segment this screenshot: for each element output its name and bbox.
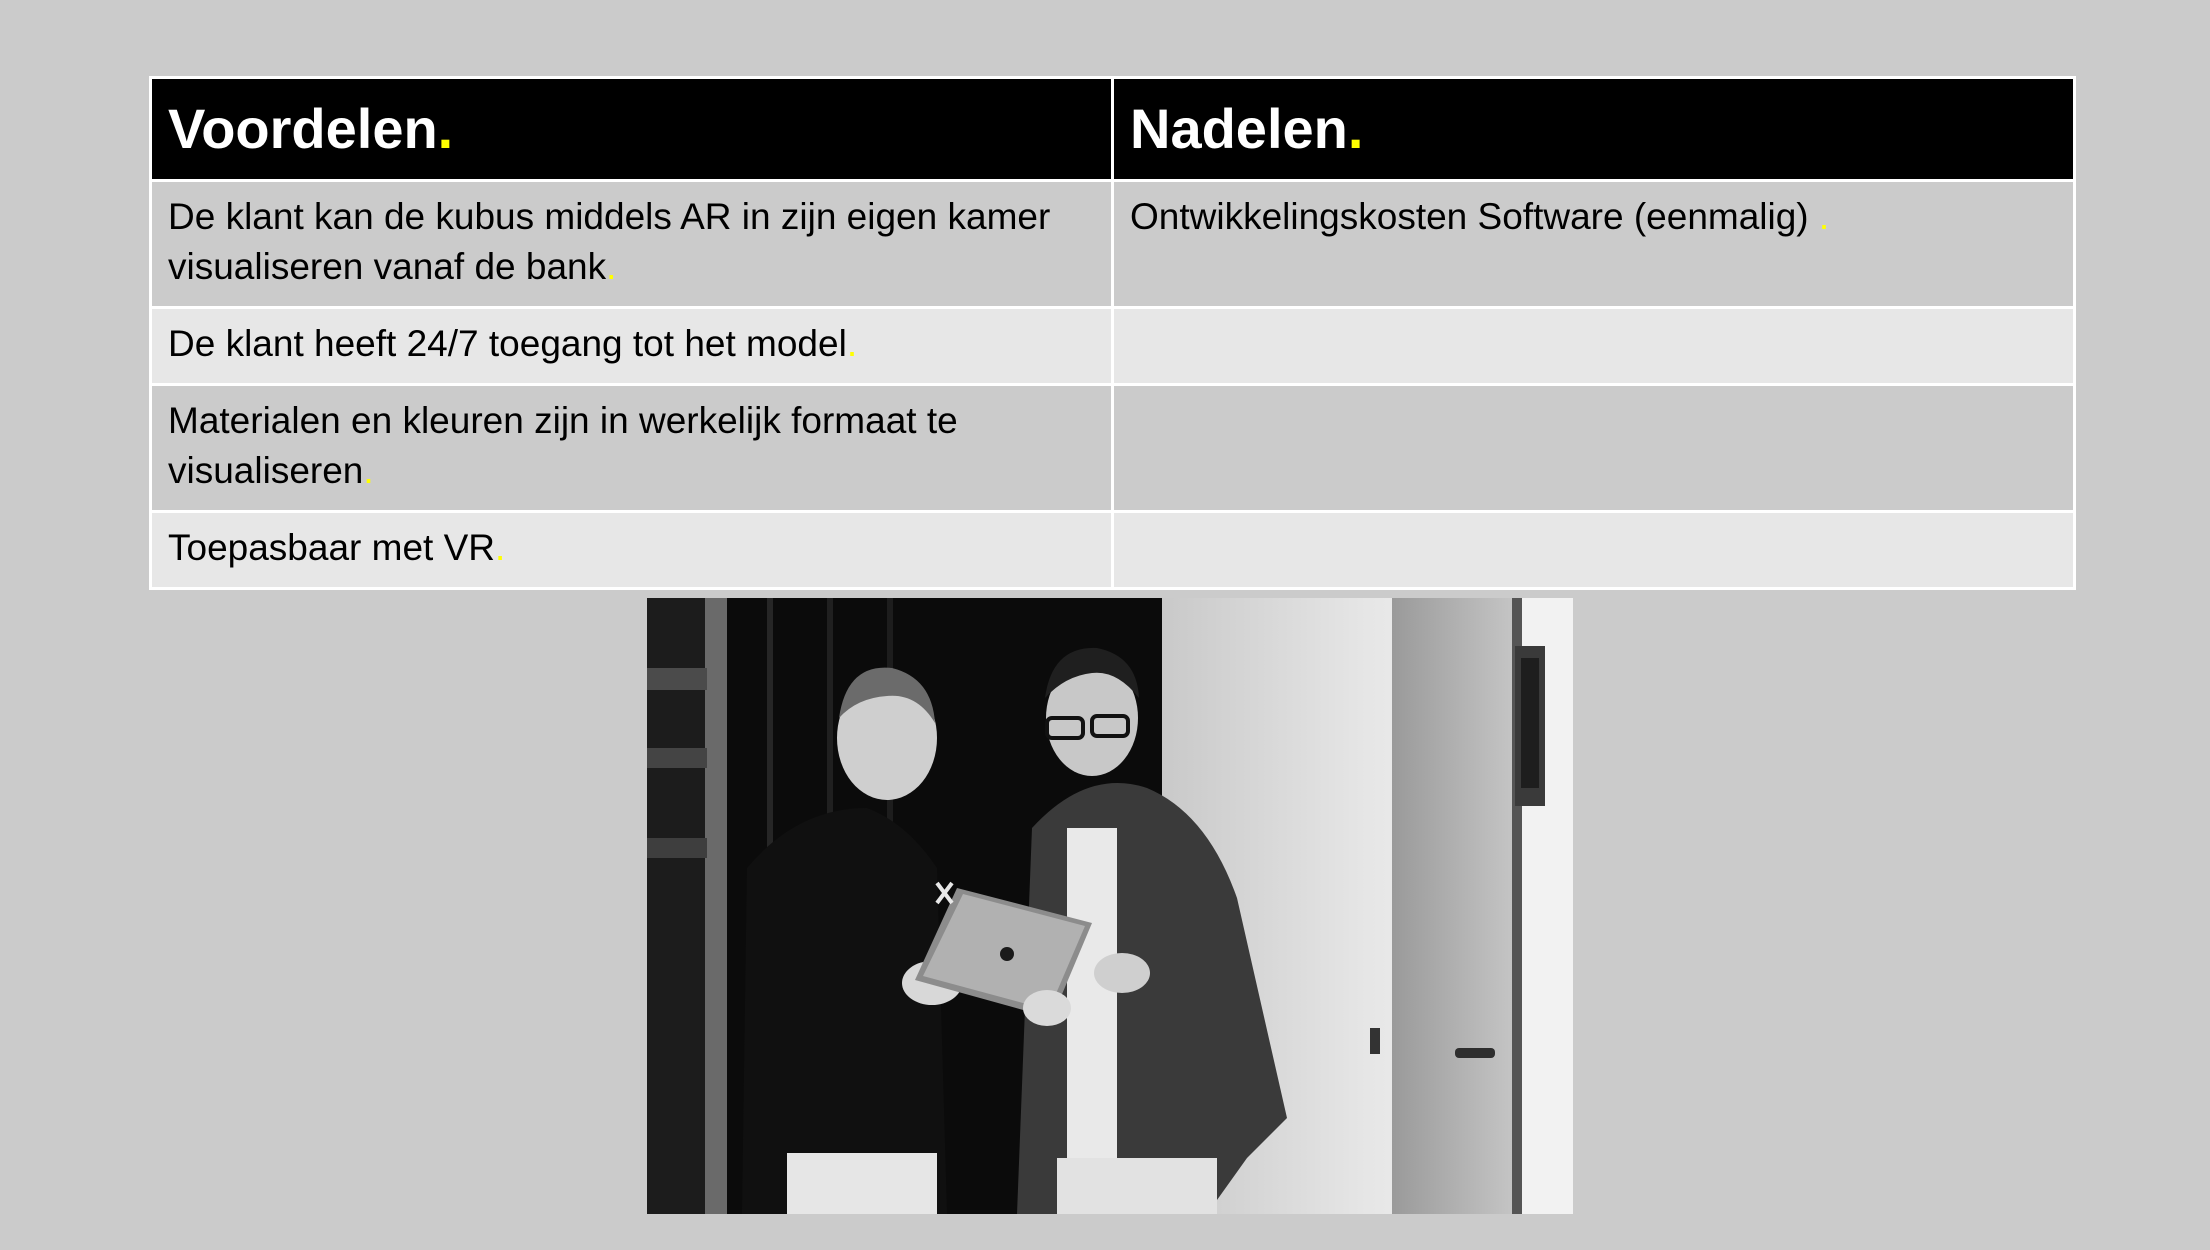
table-row: Toepasbaar met VR. (149, 510, 2076, 590)
pro-cell: Materialen en kleuren zijn in werkelijk … (149, 383, 1114, 513)
con-cell (1111, 306, 2076, 386)
pros-cons-table: Voordelen. Nadelen. De klant kan de kubu… (149, 76, 2076, 590)
pro-text: Toepasbaar met VR (168, 527, 496, 568)
pro-text: De klant heeft 24/7 toegang tot het mode… (168, 323, 847, 364)
accent-dot: . (606, 246, 617, 287)
accent-dot: . (1818, 196, 1830, 237)
pro-text: Materialen en kleuren zijn in werkelijk … (168, 400, 958, 491)
accent-dot: . (495, 527, 506, 568)
photo-illustration (647, 598, 1573, 1214)
con-cell (1111, 510, 2076, 590)
con-cell: Ontwikkelingskosten Software (eenmalig) … (1111, 179, 2076, 309)
con-cell (1111, 383, 2076, 513)
table-row: De klant heeft 24/7 toegang tot het mode… (149, 306, 2076, 386)
header-nadelen: Nadelen. (1111, 76, 2076, 182)
pro-cell: De klant kan de kubus middels AR in zijn… (149, 179, 1114, 309)
slide: Voordelen. Nadelen. De klant kan de kubu… (0, 0, 2210, 1250)
pro-cell: De klant heeft 24/7 toegang tot het mode… (149, 306, 1114, 386)
header-dot: . (1347, 97, 1364, 160)
header-label: Voordelen (168, 97, 438, 160)
header-dot: . (437, 97, 454, 160)
accent-dot: . (363, 450, 374, 491)
header-label: Nadelen (1130, 97, 1348, 160)
header-voordelen: Voordelen. (149, 76, 1114, 182)
table-row: Materialen en kleuren zijn in werkelijk … (149, 383, 2076, 513)
table-header-row: Voordelen. Nadelen. (149, 76, 2076, 182)
photo-two-men-with-tablet (647, 598, 1573, 1214)
pro-cell: Toepasbaar met VR. (149, 510, 1114, 590)
table-row: De klant kan de kubus middels AR in zijn… (149, 179, 2076, 309)
accent-dot: . (846, 323, 858, 364)
con-text: Ontwikkelingskosten Software (eenmalig) (1130, 196, 1819, 237)
